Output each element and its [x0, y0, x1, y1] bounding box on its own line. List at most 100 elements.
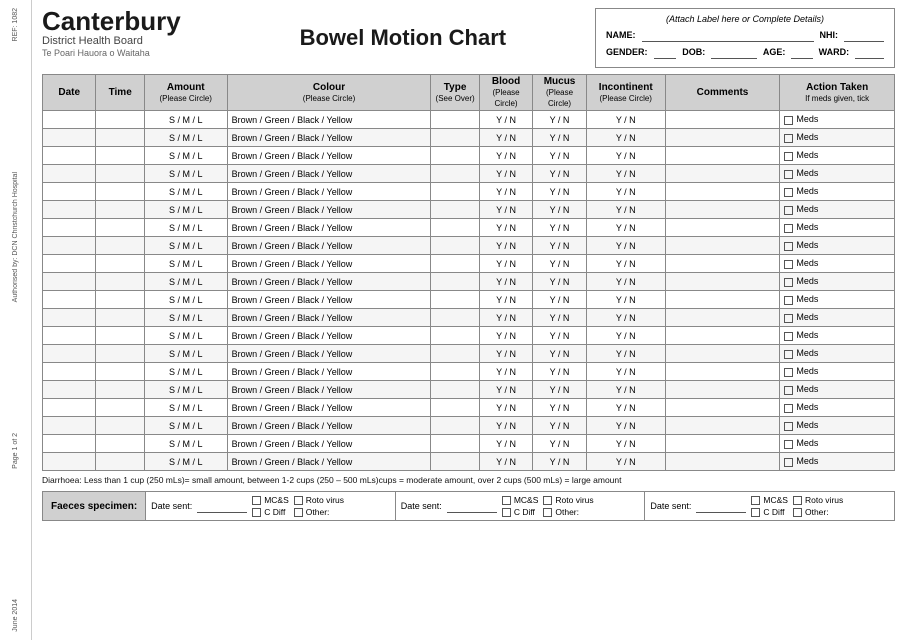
gender-field[interactable] [654, 45, 677, 59]
name-field[interactable] [642, 28, 814, 42]
cell-date[interactable] [43, 165, 96, 183]
cell-comments[interactable] [665, 363, 780, 381]
cell-time[interactable] [96, 165, 144, 183]
cell-type[interactable] [431, 417, 479, 435]
cell-type[interactable] [431, 165, 479, 183]
cell-comments[interactable] [665, 255, 780, 273]
meds-checkbox[interactable] [784, 278, 793, 287]
meds-checkbox[interactable] [784, 260, 793, 269]
cell-date[interactable] [43, 417, 96, 435]
cell-comments[interactable] [665, 435, 780, 453]
cell-time[interactable] [96, 237, 144, 255]
cell-comments[interactable] [665, 165, 780, 183]
meds-checkbox[interactable] [784, 386, 793, 395]
cell-date[interactable] [43, 399, 96, 417]
cell-time[interactable] [96, 453, 144, 471]
cell-type[interactable] [431, 309, 479, 327]
cell-type[interactable] [431, 201, 479, 219]
meds-checkbox[interactable] [784, 134, 793, 143]
other-checkbox-2[interactable] [543, 508, 552, 517]
cell-comments[interactable] [665, 237, 780, 255]
cell-time[interactable] [96, 345, 144, 363]
cell-type[interactable] [431, 345, 479, 363]
cell-time[interactable] [96, 201, 144, 219]
cell-time[interactable] [96, 255, 144, 273]
cell-date[interactable] [43, 237, 96, 255]
meds-checkbox[interactable] [784, 206, 793, 215]
cell-type[interactable] [431, 273, 479, 291]
cell-comments[interactable] [665, 219, 780, 237]
mcs-checkbox-1[interactable] [252, 496, 261, 505]
roto-checkbox-2[interactable] [543, 496, 552, 505]
cell-time[interactable] [96, 273, 144, 291]
cell-type[interactable] [431, 327, 479, 345]
cell-date[interactable] [43, 111, 96, 129]
cell-type[interactable] [431, 111, 479, 129]
meds-checkbox[interactable] [784, 152, 793, 161]
cdiff-checkbox-2[interactable] [502, 508, 511, 517]
meds-checkbox[interactable] [784, 404, 793, 413]
cell-type[interactable] [431, 147, 479, 165]
meds-checkbox[interactable] [784, 116, 793, 125]
cell-time[interactable] [96, 435, 144, 453]
meds-checkbox[interactable] [784, 368, 793, 377]
cell-type[interactable] [431, 183, 479, 201]
cell-comments[interactable] [665, 453, 780, 471]
meds-checkbox[interactable] [784, 296, 793, 305]
cell-date[interactable] [43, 453, 96, 471]
cell-comments[interactable] [665, 129, 780, 147]
cell-comments[interactable] [665, 345, 780, 363]
cell-type[interactable] [431, 363, 479, 381]
dob-field[interactable] [711, 45, 757, 59]
cell-type[interactable] [431, 399, 479, 417]
roto-checkbox-3[interactable] [793, 496, 802, 505]
cell-date[interactable] [43, 129, 96, 147]
cell-time[interactable] [96, 291, 144, 309]
cell-comments[interactable] [665, 399, 780, 417]
meds-checkbox[interactable] [784, 350, 793, 359]
cell-date[interactable] [43, 201, 96, 219]
cell-date[interactable] [43, 363, 96, 381]
cell-comments[interactable] [665, 201, 780, 219]
cell-comments[interactable] [665, 309, 780, 327]
cell-date[interactable] [43, 435, 96, 453]
cell-comments[interactable] [665, 183, 780, 201]
meds-checkbox[interactable] [784, 440, 793, 449]
meds-checkbox[interactable] [784, 332, 793, 341]
cell-date[interactable] [43, 327, 96, 345]
meds-checkbox[interactable] [784, 242, 793, 251]
cell-time[interactable] [96, 129, 144, 147]
cell-date[interactable] [43, 345, 96, 363]
cell-time[interactable] [96, 219, 144, 237]
cell-time[interactable] [96, 417, 144, 435]
cell-date[interactable] [43, 255, 96, 273]
cell-comments[interactable] [665, 147, 780, 165]
meds-checkbox[interactable] [784, 314, 793, 323]
cdiff-checkbox-3[interactable] [751, 508, 760, 517]
cell-date[interactable] [43, 291, 96, 309]
cell-comments[interactable] [665, 273, 780, 291]
meds-checkbox[interactable] [784, 458, 793, 467]
cell-type[interactable] [431, 381, 479, 399]
cell-comments[interactable] [665, 327, 780, 345]
meds-checkbox[interactable] [784, 224, 793, 233]
mcs-checkbox-2[interactable] [502, 496, 511, 505]
cdiff-checkbox-1[interactable] [252, 508, 261, 517]
cell-type[interactable] [431, 255, 479, 273]
meds-checkbox[interactable] [784, 188, 793, 197]
cell-time[interactable] [96, 399, 144, 417]
other-checkbox-3[interactable] [793, 508, 802, 517]
cell-comments[interactable] [665, 291, 780, 309]
age-field[interactable] [791, 45, 812, 59]
cell-date[interactable] [43, 273, 96, 291]
cell-time[interactable] [96, 381, 144, 399]
roto-checkbox-1[interactable] [294, 496, 303, 505]
faeces-date-field-3[interactable] [696, 499, 746, 513]
meds-checkbox[interactable] [784, 170, 793, 179]
cell-time[interactable] [96, 327, 144, 345]
other-checkbox-1[interactable] [294, 508, 303, 517]
cell-type[interactable] [431, 129, 479, 147]
meds-checkbox[interactable] [784, 422, 793, 431]
cell-date[interactable] [43, 183, 96, 201]
cell-comments[interactable] [665, 417, 780, 435]
